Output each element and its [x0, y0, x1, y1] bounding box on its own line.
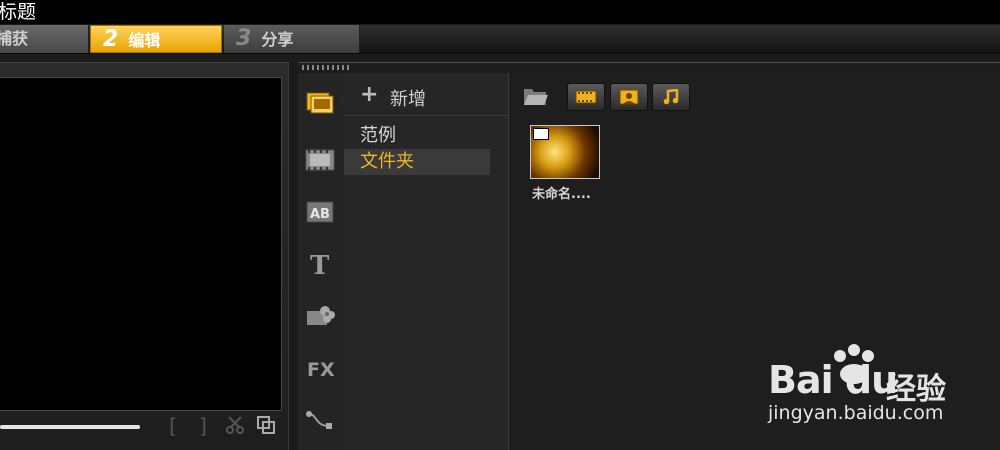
- step-share-label: 分享: [261, 30, 294, 49]
- step-navigation: 捕获 2 编辑 3 分享: [0, 25, 1000, 54]
- step-share-tab[interactable]: 3 分享: [224, 25, 360, 53]
- step-edit-number: 2: [103, 27, 119, 52]
- decoration-tab-icon[interactable]: [304, 303, 336, 329]
- title-bar: 标题: [0, 0, 1000, 24]
- video-badge-icon: [533, 128, 549, 140]
- plus-icon: +: [360, 82, 379, 107]
- show-video-button[interactable]: [567, 83, 605, 111]
- window-title: 标题: [0, 1, 37, 23]
- baidu-logo-text: Bai du: [768, 358, 898, 402]
- step-edit-label: 编辑: [128, 31, 161, 50]
- add-folder-button[interactable]: + 新增: [344, 73, 508, 116]
- text-tab-icon[interactable]: T: [304, 251, 336, 277]
- step-capture-label: 捕获: [0, 29, 29, 48]
- transition-tab-icon[interactable]: [304, 147, 336, 173]
- svg-text:FX: FX: [307, 359, 335, 380]
- mark-in-icon[interactable]: [: [162, 415, 184, 437]
- path-tab-icon[interactable]: [304, 407, 336, 433]
- add-folder-label: 新增: [390, 89, 426, 110]
- step-capture-tab[interactable]: 捕获: [0, 25, 89, 53]
- video-filter-icon: [575, 90, 597, 104]
- media-tab-icon[interactable]: [304, 89, 336, 115]
- watermark-url: jingyan.baidu.com: [768, 402, 944, 424]
- step-share-number: 3: [236, 26, 252, 51]
- open-folder-icon[interactable]: [523, 85, 549, 107]
- filter-fx-tab-icon[interactable]: FX: [304, 355, 336, 381]
- baidu-jingyan-watermark: Bai du 经验 jingyan.baidu.com: [768, 344, 988, 428]
- library-tab-column: AB T FX: [298, 73, 346, 450]
- enlarge-preview-icon[interactable]: [255, 415, 277, 437]
- music-note-icon: [663, 89, 679, 105]
- photo-filter-icon: [619, 89, 639, 105]
- folder-item-examples[interactable]: 范例: [344, 123, 490, 149]
- mark-out-icon[interactable]: ]: [192, 415, 214, 437]
- scissors-icon[interactable]: [224, 415, 246, 437]
- preview-screen: [0, 77, 282, 411]
- folder-list-panel: + 新增 范例 文件夹: [344, 73, 509, 450]
- scrubber-bar[interactable]: [0, 425, 140, 429]
- preview-panel: [ ]: [0, 62, 289, 450]
- show-photo-button[interactable]: [610, 83, 648, 111]
- media-thumbnail-caption: 未命名....: [532, 187, 591, 202]
- media-thumbnail[interactable]: [530, 125, 600, 179]
- show-audio-button[interactable]: [652, 83, 690, 111]
- svg-text:AB: AB: [310, 207, 330, 222]
- title-overlay-tab-icon[interactable]: AB: [304, 199, 336, 225]
- folder-item-folder[interactable]: 文件夹: [344, 149, 490, 175]
- svg-text:T: T: [310, 251, 330, 277]
- step-edit-tab[interactable]: 2 编辑: [90, 25, 222, 53]
- panel-grip-handle[interactable]: [302, 65, 350, 70]
